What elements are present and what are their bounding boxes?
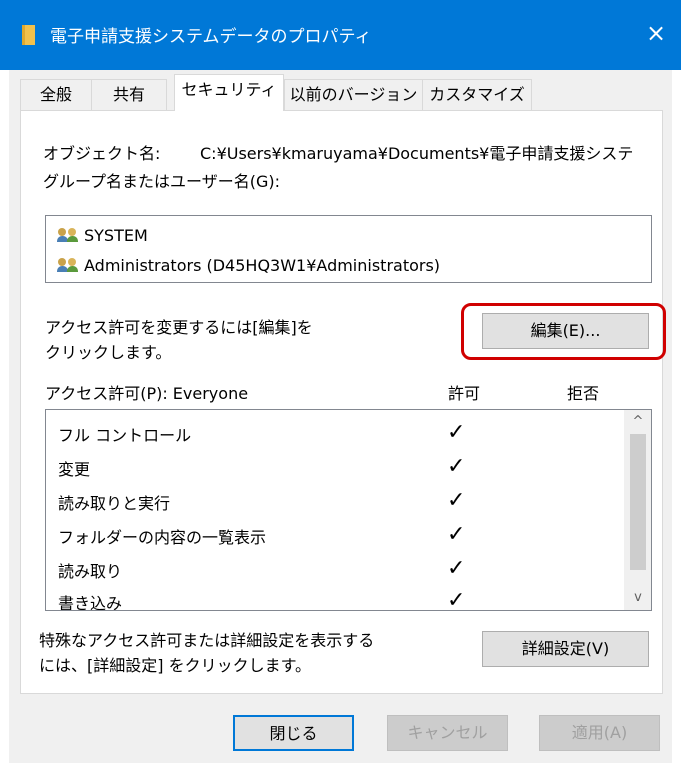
window-border-left <box>0 70 9 763</box>
apply-button[interactable]: 適用(A) <box>539 715 660 751</box>
close-icon[interactable]: × <box>646 18 666 48</box>
permission-name: 変更 <box>58 460 91 479</box>
permission-name: 読み取り <box>58 562 123 581</box>
allow-check-icon: ✓ <box>447 522 466 547</box>
object-name-value: C:¥Users¥kmaruyama¥Documents¥電子申請支援システ <box>200 144 634 163</box>
close-button[interactable]: 閉じる <box>233 715 354 751</box>
scroll-up-icon[interactable]: ^ <box>624 410 651 434</box>
advanced-hint-line2: には、[詳細設定] をクリックします。 <box>39 656 311 675</box>
advanced-hint-line1: 特殊なアクセス許可または詳細設定を表示する <box>39 631 375 650</box>
highlight-annotation <box>461 303 666 360</box>
users-listbox[interactable]: SYSTEM Administrators (D45HQ3W1¥Administ… <box>45 215 652 283</box>
scroll-down-icon[interactable]: v <box>624 586 651 610</box>
user-name: Administrators (D45HQ3W1¥Administrators) <box>84 256 441 275</box>
group-label: グループ名またはユーザー名(G): <box>43 172 280 191</box>
object-name-label: オブジェクト名: <box>43 144 161 163</box>
permissions-list[interactable]: フル コントロール ✓ 変更 ✓ 読み取りと実行 ✓ フォルダーの内容の一覧表示… <box>45 409 652 611</box>
advanced-button[interactable]: 詳細設定(V) <box>482 631 649 667</box>
scroll-thumb[interactable] <box>630 434 646 570</box>
tab-customize[interactable]: カスタマイズ <box>422 79 532 110</box>
permissions-label: アクセス許可(P): Everyone <box>45 384 249 403</box>
allow-check-icon: ✓ <box>447 556 466 581</box>
allow-check-icon: ✓ <box>447 488 466 513</box>
permissions-scrollbar[interactable]: ^ v <box>624 410 651 610</box>
permission-name: 読み取りと実行 <box>58 494 171 513</box>
tab-previous-versions[interactable]: 以前のバージョン <box>284 79 423 110</box>
title-bar: 電子申請支援システムデータのプロパティ × <box>0 0 681 70</box>
users-icon <box>57 228 80 242</box>
permission-name: フル コントロール <box>58 426 192 445</box>
list-item[interactable]: SYSTEM <box>57 226 148 245</box>
deny-header: 拒否 <box>567 384 600 403</box>
change-hint-line2: クリックします。 <box>45 343 172 362</box>
user-name: SYSTEM <box>84 226 148 245</box>
permission-name: フォルダーの内容の一覧表示 <box>58 528 267 547</box>
change-hint-line1: アクセス許可を変更するには[編集]を <box>45 318 313 337</box>
users-icon <box>57 258 80 272</box>
permission-name: 書き込み <box>58 594 123 611</box>
allow-header: 許可 <box>448 384 481 403</box>
folder-icon <box>22 25 35 45</box>
tab-sharing[interactable]: 共有 <box>91 79 167 110</box>
allow-check-icon: ✓ <box>447 454 466 479</box>
allow-check-icon: ✓ <box>447 420 466 445</box>
tab-general[interactable]: 全般 <box>20 79 92 110</box>
list-item[interactable]: Administrators (D45HQ3W1¥Administrators) <box>57 256 441 275</box>
cancel-button[interactable]: キャンセル <box>387 715 508 751</box>
allow-check-icon: ✓ <box>447 588 466 611</box>
window-border-right <box>672 70 681 763</box>
tab-security[interactable]: セキュリティ <box>174 74 284 111</box>
window-title: 電子申請支援システムデータのプロパティ <box>50 27 372 47</box>
